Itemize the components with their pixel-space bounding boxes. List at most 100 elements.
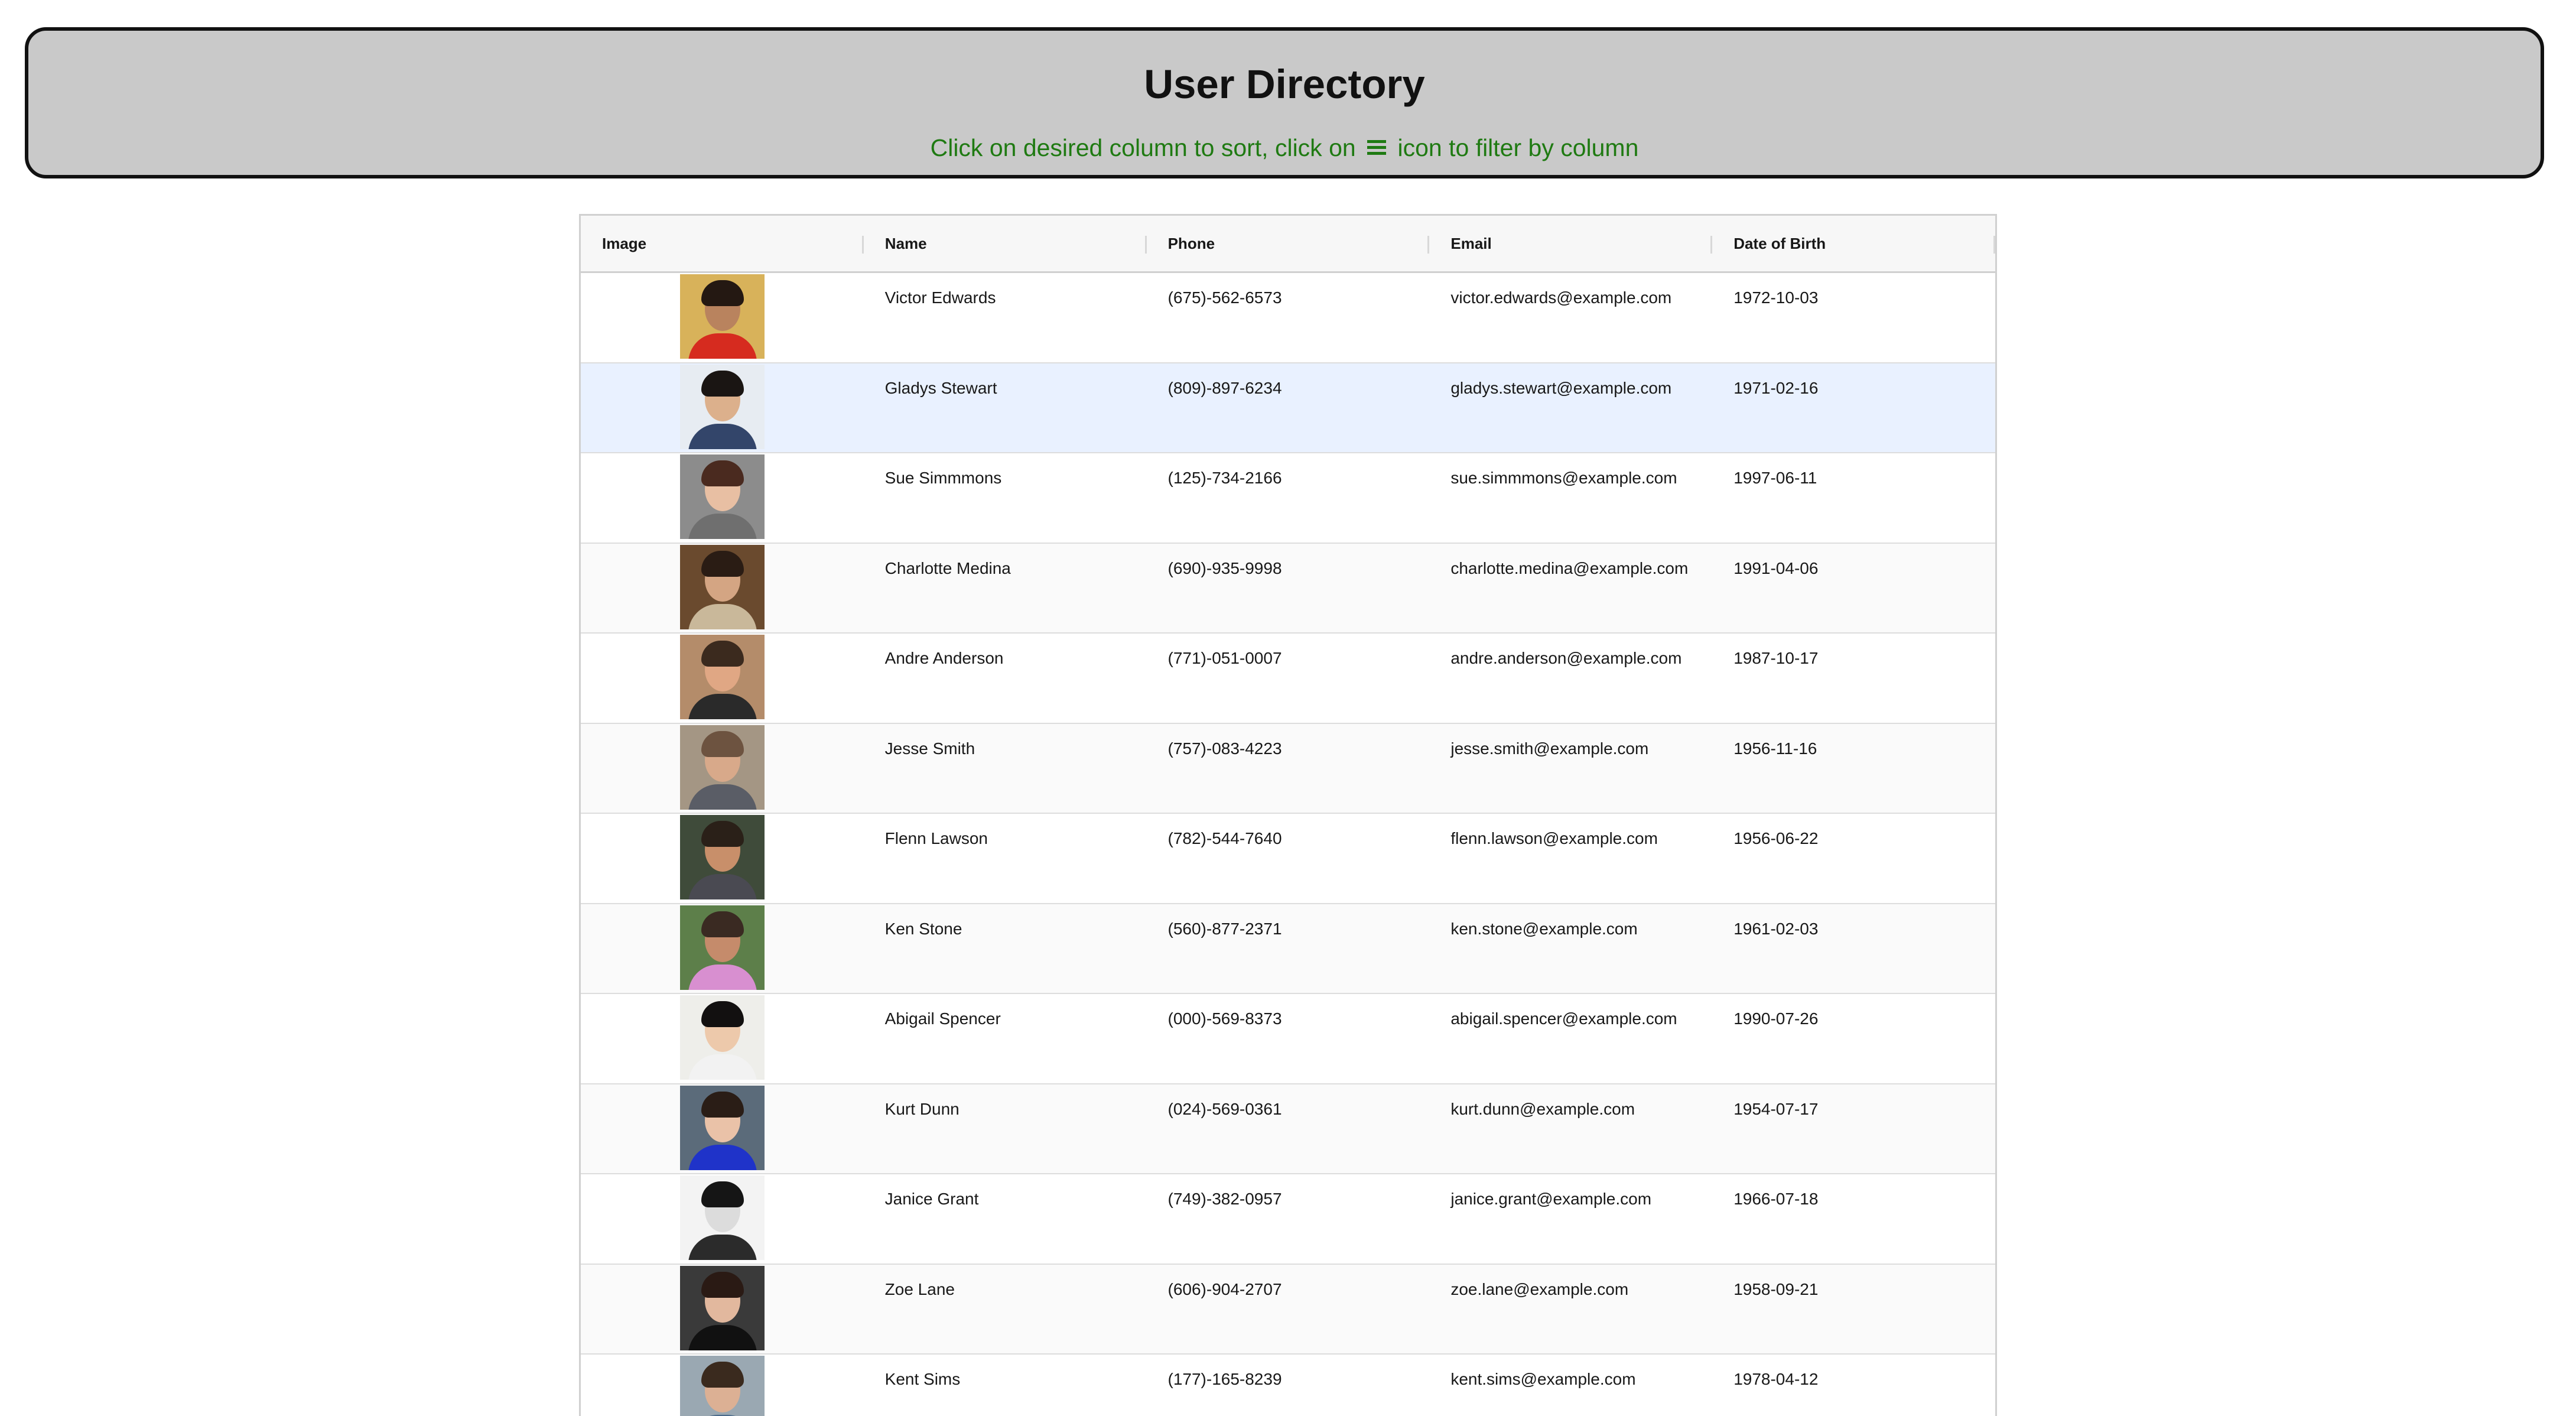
name-cell: Abigail Spencer bbox=[884, 1009, 1001, 1028]
user-photo bbox=[680, 905, 765, 990]
column-resize-handle[interactable] bbox=[1993, 236, 1995, 254]
user-photo bbox=[680, 544, 765, 629]
image-cell bbox=[581, 904, 864, 993]
instructions-text: Click on desired column to sort, click o… bbox=[28, 131, 2541, 164]
table-row[interactable]: Jesse Smith (757)-083-4223 jesse.smith@exa… bbox=[581, 723, 1995, 814]
table-header: Image Name Phone Email Date of Birth bbox=[581, 216, 1995, 273]
email-cell: kent.sims@example.com bbox=[1450, 1370, 1636, 1388]
date-of-birth-cell: 1987-10-17 bbox=[1733, 649, 1819, 667]
column-header-name[interactable]: Name bbox=[864, 216, 1147, 271]
name-cell: Kurt Dunn bbox=[884, 1099, 960, 1118]
name-cell: Jesse Smith bbox=[884, 739, 975, 758]
email-cell: kurt.dunn@example.com bbox=[1450, 1099, 1635, 1118]
date-of-birth-cell: 1972-10-03 bbox=[1733, 288, 1819, 307]
email-cell: andre.anderson@example.com bbox=[1450, 649, 1682, 667]
date-of-birth-cell: 1958-09-21 bbox=[1733, 1279, 1819, 1298]
user-photo bbox=[680, 815, 765, 899]
phone-cell: (606)-904-2707 bbox=[1167, 1279, 1282, 1298]
email-cell: victor.edwards@example.com bbox=[1450, 288, 1672, 307]
email-cell: flenn.lawson@example.com bbox=[1450, 829, 1658, 847]
column-header-label: Name bbox=[884, 235, 927, 252]
email-cell: abigail.spencer@example.com bbox=[1450, 1009, 1677, 1028]
column-header-date-of-birth[interactable]: Date of Birth bbox=[1712, 216, 1995, 271]
table-row[interactable]: Zoe Lane (606)-904-2707 zoe.lane@example.c… bbox=[581, 1264, 1995, 1355]
date-of-birth-cell: 1961-02-03 bbox=[1733, 919, 1819, 938]
email-cell: ken.stone@example.com bbox=[1450, 919, 1638, 938]
column-header-label: Phone bbox=[1167, 235, 1215, 252]
table-row[interactable]: Abigail Spencer (000)-569-8373 abigail.spe… bbox=[581, 994, 1995, 1084]
user-photo bbox=[680, 1265, 765, 1350]
user-photo bbox=[680, 635, 765, 719]
menu-icon bbox=[1367, 140, 1387, 155]
image-cell bbox=[581, 544, 864, 633]
header-banner: User Directory Click on desired column t… bbox=[25, 27, 2544, 178]
column-header-label: Image bbox=[602, 235, 647, 252]
name-cell: Gladys Stewart bbox=[884, 378, 997, 397]
column-header-label: Date of Birth bbox=[1733, 235, 1826, 252]
email-cell: charlotte.medina@example.com bbox=[1450, 558, 1689, 577]
name-cell: Charlotte Medina bbox=[884, 558, 1011, 577]
instructions-text-after: icon to filter by column bbox=[1397, 134, 1639, 161]
table-row[interactable]: Janice Grant (749)-382-0957 janice.grant@e… bbox=[581, 1174, 1995, 1265]
column-header-email[interactable]: Email bbox=[1429, 216, 1713, 271]
user-photo bbox=[680, 1356, 765, 1416]
phone-cell: (177)-165-8239 bbox=[1167, 1370, 1282, 1388]
phone-cell: (125)-734-2166 bbox=[1167, 469, 1282, 487]
phone-cell: (024)-569-0361 bbox=[1167, 1099, 1282, 1118]
user-table: Image Name Phone Email Date of Birth Vic… bbox=[579, 214, 1997, 1416]
table-row[interactable]: Sue Simmmons (125)-734-2166 sue.simmmons@e… bbox=[581, 453, 1995, 544]
name-cell: Victor Edwards bbox=[884, 288, 996, 307]
column-header-image[interactable]: Image bbox=[581, 216, 864, 271]
name-cell: Kent Sims bbox=[884, 1370, 961, 1388]
table-row[interactable]: Kurt Dunn (024)-569-0361 kurt.dunn@example… bbox=[581, 1084, 1995, 1174]
image-cell bbox=[581, 994, 864, 1083]
user-photo bbox=[680, 454, 765, 539]
name-cell: Zoe Lane bbox=[884, 1279, 955, 1298]
image-cell bbox=[581, 1265, 864, 1354]
user-photo bbox=[680, 364, 765, 449]
table-body: Victor Edwards (675)-562-6573 victor.edwar… bbox=[581, 273, 1995, 1416]
table-row[interactable]: Victor Edwards (675)-562-6573 victor.edwar… bbox=[581, 273, 1995, 363]
image-cell bbox=[581, 814, 864, 903]
phone-cell: (782)-544-7640 bbox=[1167, 829, 1282, 847]
image-cell bbox=[581, 1084, 864, 1174]
email-cell: sue.simmmons@example.com bbox=[1450, 469, 1677, 487]
phone-cell: (749)-382-0957 bbox=[1167, 1190, 1282, 1208]
email-cell: janice.grant@example.com bbox=[1450, 1190, 1652, 1208]
table-row[interactable]: Charlotte Medina (690)-935-9998 charlotte.… bbox=[581, 543, 1995, 634]
name-cell: Janice Grant bbox=[884, 1190, 979, 1208]
user-photo bbox=[680, 995, 765, 1080]
table-row[interactable]: Ken Stone (560)-877-2371 ken.stone@example… bbox=[581, 904, 1995, 994]
column-header-phone[interactable]: Phone bbox=[1147, 216, 1430, 271]
name-cell: Ken Stone bbox=[884, 919, 962, 938]
image-cell bbox=[581, 1174, 864, 1264]
email-cell: jesse.smith@example.com bbox=[1450, 739, 1649, 758]
date-of-birth-cell: 1971-02-16 bbox=[1733, 378, 1819, 397]
date-of-birth-cell: 1997-06-11 bbox=[1733, 469, 1817, 487]
table-row[interactable]: Flenn Lawson (782)-544-7640 flenn.lawson@e… bbox=[581, 814, 1995, 904]
phone-cell: (757)-083-4223 bbox=[1167, 739, 1282, 758]
user-photo bbox=[680, 274, 765, 359]
date-of-birth-cell: 1956-06-22 bbox=[1733, 829, 1819, 847]
user-photo bbox=[680, 1175, 765, 1260]
instructions-text-before: Click on desired column to sort, click o… bbox=[930, 134, 1356, 161]
name-cell: Andre Anderson bbox=[884, 649, 1004, 667]
phone-cell: (690)-935-9998 bbox=[1167, 558, 1282, 577]
date-of-birth-cell: 1991-04-06 bbox=[1733, 558, 1819, 577]
phone-cell: (675)-562-6573 bbox=[1167, 288, 1282, 307]
phone-cell: (771)-051-0007 bbox=[1167, 649, 1282, 667]
image-cell bbox=[581, 634, 864, 723]
table-row[interactable]: Andre Anderson (771)-051-0007 andre.anders… bbox=[581, 634, 1995, 724]
image-cell bbox=[581, 724, 864, 813]
page-title: User Directory bbox=[1144, 61, 1425, 107]
table-row[interactable]: Kent Sims (177)-165-8239 kent.sims@example… bbox=[581, 1355, 1995, 1416]
image-cell bbox=[581, 453, 864, 543]
table-row[interactable]: Gladys Stewart (809)-897-6234 gladys.stewa… bbox=[581, 363, 1995, 453]
date-of-birth-cell: 1954-07-17 bbox=[1733, 1099, 1819, 1118]
phone-cell: (560)-877-2371 bbox=[1167, 919, 1282, 938]
date-of-birth-cell: 1990-07-26 bbox=[1733, 1009, 1819, 1028]
image-cell bbox=[581, 1355, 864, 1416]
image-cell bbox=[581, 273, 864, 362]
user-photo bbox=[680, 725, 765, 810]
date-of-birth-cell: 1966-07-18 bbox=[1733, 1190, 1819, 1208]
